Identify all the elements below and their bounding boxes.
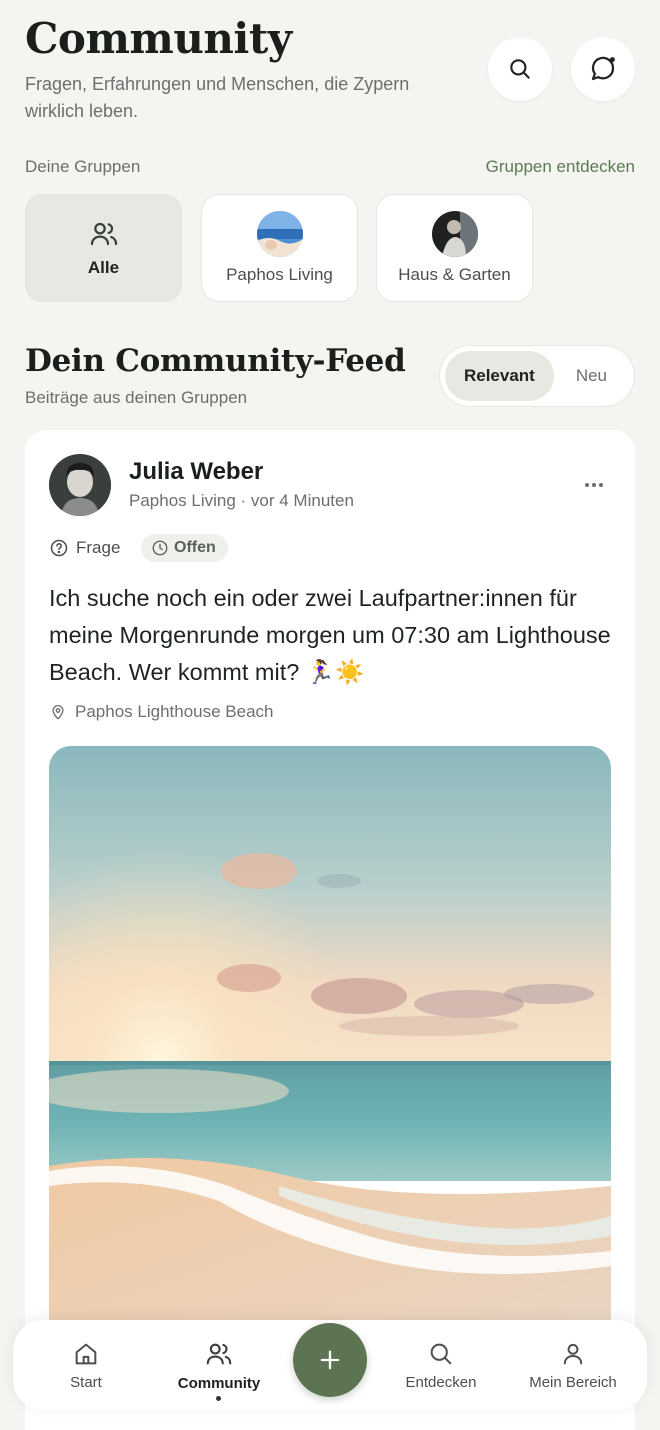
post-text: Ich suche noch ein oder zwei Laufpartner… [49, 585, 611, 685]
nav-label: Entdecken [405, 1373, 477, 1391]
search-button[interactable] [488, 37, 552, 101]
group-chip-label: Paphos Living [226, 265, 333, 284]
active-indicator-dot [216, 1396, 221, 1401]
feed-subtitle: Beiträge aus deinen Gruppen [25, 388, 248, 407]
group-chip-paphos-living[interactable]: Paphos Living [201, 194, 358, 302]
more-options-button[interactable] [581, 472, 607, 498]
nav-item-community[interactable]: Community [169, 1320, 269, 1410]
page-header: Community Fragen, Erfahrungen und Mensch… [25, 14, 635, 134]
post-meta: Paphos Living · vor 4 Minuten [129, 491, 354, 510]
author-avatar[interactable] [49, 454, 111, 516]
more-dot [592, 483, 596, 487]
feed-title: Dein Community-Feed [25, 343, 406, 379]
nav-item-start[interactable]: Start [46, 1320, 126, 1410]
home-icon [75, 1343, 97, 1364]
question-icon [50, 539, 68, 557]
post-type-tag: Frage [49, 534, 120, 562]
author-name[interactable]: Julia Weber [129, 458, 263, 486]
chat-bubble-icon [591, 56, 615, 81]
post-type-label: Frage [76, 538, 121, 557]
group-chip-all[interactable]: Alle [25, 194, 182, 302]
sort-option-relevant[interactable]: Relevant [445, 351, 554, 401]
post-card[interactable]: Julia Weber Paphos Living · vor 4 Minute… [25, 430, 635, 1430]
more-dot [599, 483, 603, 487]
groups-header: Deine Gruppen Gruppen entdecken [25, 157, 635, 177]
sort-option-neu[interactable]: Neu [554, 351, 629, 401]
user-icon [563, 1343, 583, 1364]
nav-item-entdecken[interactable]: Entdecken [394, 1320, 488, 1410]
bottom-nav: Start Community Entdecken Mein Bereich [13, 1320, 647, 1410]
search-icon [510, 59, 530, 79]
groups-label: Deine Gruppen [25, 157, 141, 176]
group-chip-label: Alle [87, 258, 120, 277]
nav-item-mein-bereich[interactable]: Mein Bereich [523, 1320, 623, 1410]
nav-label: Mein Bereich [529, 1373, 617, 1391]
post-image-beach[interactable] [49, 746, 611, 1346]
users-icon [206, 1343, 232, 1364]
group-chip-label: Haus & Garten [398, 265, 511, 284]
post-status-tag: Offen [141, 534, 228, 562]
feed-sort-toggle: Relevant Neu [439, 345, 635, 407]
nav-label: Community [177, 1374, 261, 1392]
more-dots-icon [585, 483, 589, 487]
group-avatar-sea [256, 211, 303, 257]
page-subtitle: Fragen, Erfahrungen und Menschen, die Zy… [25, 74, 410, 121]
post-location[interactable]: Paphos Lighthouse Beach [49, 702, 274, 722]
plus-icon [320, 1350, 340, 1370]
post-status-label: Offen [174, 539, 216, 556]
group-chip-haus-garten[interactable]: Haus & Garten [376, 194, 533, 302]
users-icon [90, 222, 117, 246]
clock-icon [152, 540, 168, 556]
group-avatar-person [431, 211, 478, 257]
post-location-label: Paphos Lighthouse Beach [75, 702, 274, 721]
create-post-button[interactable] [293, 1323, 367, 1397]
nav-label: Start [70, 1373, 102, 1391]
discover-groups-link[interactable]: Gruppen entdecken [486, 157, 635, 177]
location-pin-icon [52, 705, 64, 720]
search-icon [430, 1343, 452, 1364]
messages-button[interactable] [571, 37, 635, 101]
